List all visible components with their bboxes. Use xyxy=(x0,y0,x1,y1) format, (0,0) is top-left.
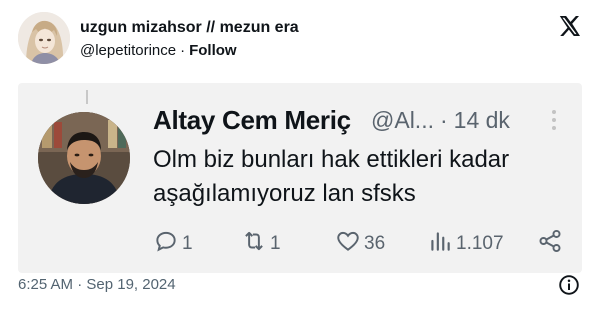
quoted-screenshot: Altay Cem Meriç @Al... · 14 dk Olm biz bun… xyxy=(18,83,582,273)
quoted-author-name: Altay Cem Meriç xyxy=(153,105,351,135)
quoted-action-bar: 1 1 36 1.107 xyxy=(153,229,573,259)
more-icon xyxy=(550,109,558,131)
x-logo-icon[interactable] xyxy=(557,14,581,38)
heart-icon xyxy=(335,228,361,260)
retweet-action: 1 xyxy=(241,229,281,259)
quoted-meta: @Al... · 14 dk xyxy=(371,107,510,134)
author-name[interactable]: uzgun mizahsor // mezun era xyxy=(80,19,299,37)
retweet-count: 1 xyxy=(270,233,281,254)
reply-icon xyxy=(153,228,179,260)
quoted-author-avatar xyxy=(38,112,130,204)
quoted-handle: @Al... xyxy=(371,107,434,133)
author-handle[interactable]: @lepetitorince xyxy=(80,42,176,59)
tweet-timestamp[interactable]: 6:25 AM · Sep 19, 2024 xyxy=(18,276,176,293)
quoted-time: 14 dk xyxy=(453,107,510,133)
like-action: 36 xyxy=(335,229,385,259)
retweet-icon xyxy=(241,228,267,260)
views-icon xyxy=(427,228,453,260)
like-count: 36 xyxy=(364,233,386,254)
views-action: 1.107 xyxy=(427,229,504,259)
reply-action: 1 xyxy=(153,229,193,259)
author-subline: @lepetitorince · Follow xyxy=(80,42,237,59)
views-count: 1.107 xyxy=(456,233,504,254)
quoted-separator: · xyxy=(439,107,448,133)
share-action xyxy=(537,229,563,259)
share-icon xyxy=(537,228,563,260)
author-avatar[interactable] xyxy=(18,12,70,64)
follow-button[interactable]: Follow xyxy=(189,42,237,59)
thread-line xyxy=(86,90,88,104)
separator-dot: · xyxy=(180,42,186,59)
quoted-tweet-text: Olm biz bunları hak ettikleri kadar aşağ… xyxy=(153,146,510,207)
info-icon[interactable] xyxy=(558,274,580,296)
reply-count: 1 xyxy=(182,233,193,254)
